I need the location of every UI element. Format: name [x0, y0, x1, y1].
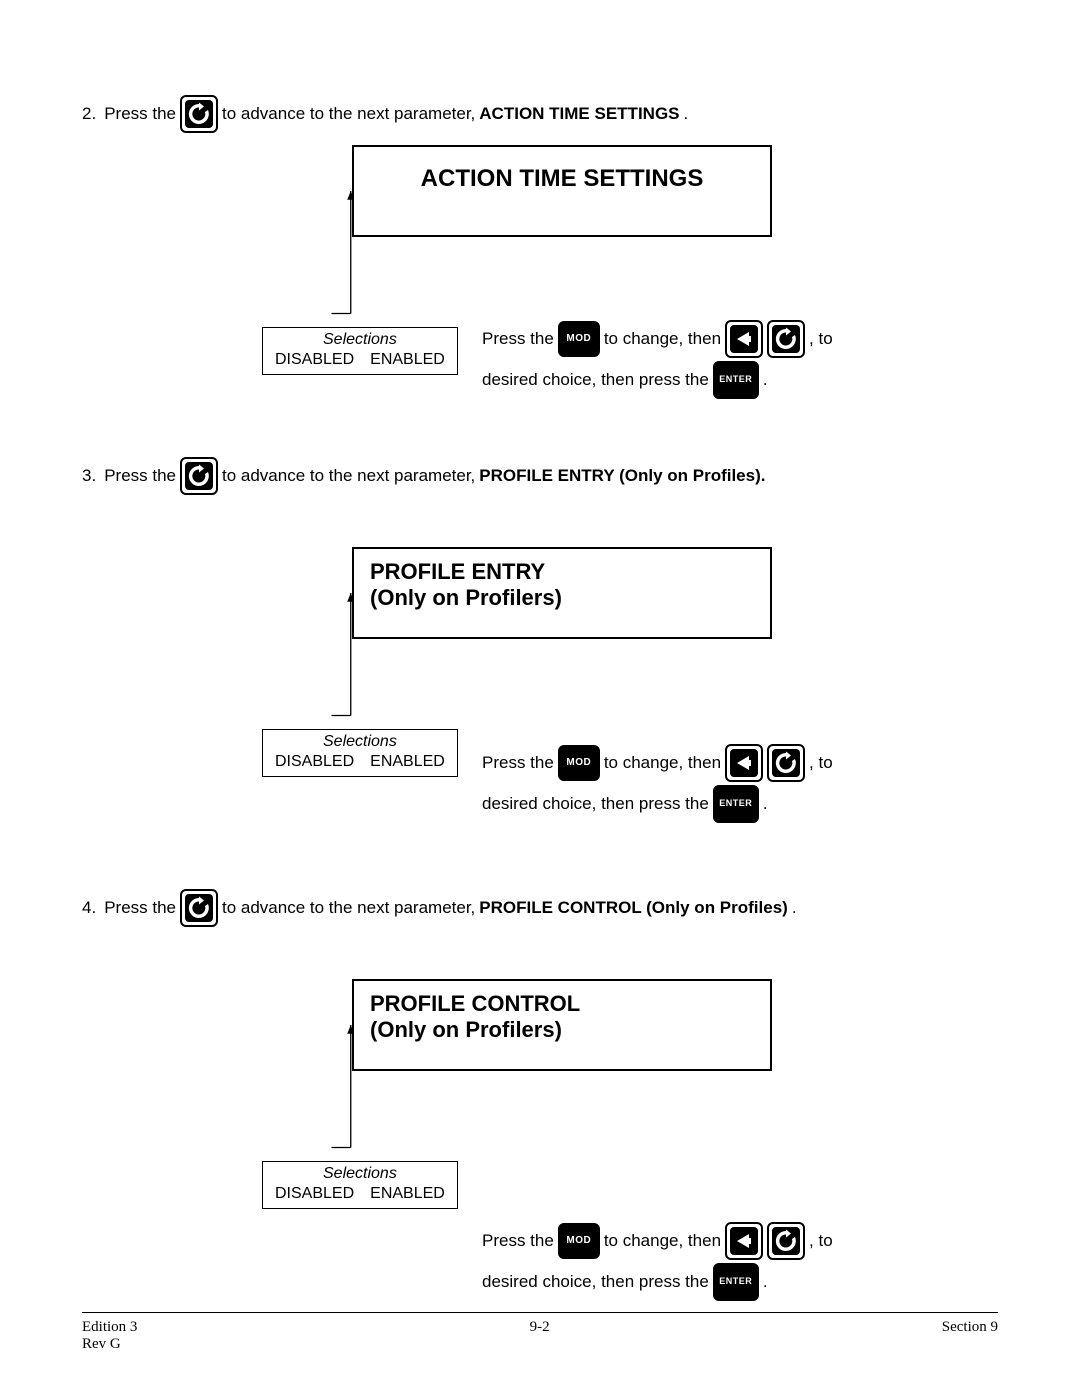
step-mid: to advance to the next parameter, — [222, 898, 475, 918]
page-footer: Edition 3 Rev G 9-2 Section 9 — [82, 1282, 998, 1353]
footer-page-num: 9-2 — [137, 1319, 941, 1353]
diagram-3: Selections DISABLED ENABLED Press the MO… — [82, 639, 998, 829]
step-3-section: 3. Press the to advance to the next para… — [82, 457, 998, 829]
diagram-2: Selections DISABLED ENABLED Press the MO… — [82, 237, 998, 387]
instr-text: to change, then — [604, 1221, 721, 1262]
step-prefix: Press the — [104, 466, 176, 486]
step-4-section: 4. Press the to advance to the next para… — [82, 889, 998, 1291]
step-3-text: 3. Press the to advance to the next para… — [82, 457, 998, 495]
selections-box: Selections DISABLED ENABLED — [262, 729, 458, 777]
footer-edition: Edition 3 — [82, 1319, 137, 1336]
step-num: 2. — [82, 104, 96, 124]
display-line2: (Only on Profilers) — [370, 585, 754, 611]
scroll-icon — [767, 1222, 805, 1260]
selections-options: DISABLED ENABLED — [275, 1184, 445, 1204]
instr-text: desired choice, then press the — [482, 360, 709, 401]
instruction-block: Press the MOD to change, then , to desir… — [482, 319, 952, 401]
selections-options: DISABLED ENABLED — [275, 752, 445, 772]
instr-text: , to — [809, 319, 833, 360]
scroll-icon — [767, 744, 805, 782]
display-profile-entry: PROFILE ENTRY (Only on Profilers) — [352, 547, 772, 639]
step-2-text: 2. Press the to advance to the next para… — [82, 95, 998, 133]
connector-line — [330, 191, 354, 331]
scroll-icon — [180, 889, 218, 927]
connector-line — [330, 593, 354, 733]
mod-key: MOD — [558, 1223, 600, 1259]
display-text: ACTION TIME SETTINGS — [421, 165, 704, 192]
left-arrow-icon — [725, 1222, 763, 1260]
connector-line — [330, 1025, 354, 1165]
selections-options: DISABLED ENABLED — [275, 350, 445, 370]
step-2-section: 2. Press the to advance to the next para… — [82, 95, 998, 387]
instr-text: . — [763, 360, 768, 401]
instr-text: desired choice, then press the — [482, 784, 709, 825]
instr-text: Press the — [482, 1221, 554, 1262]
display-line1: PROFILE CONTROL — [370, 991, 754, 1017]
step-suffix: . — [792, 898, 797, 918]
left-arrow-icon — [725, 320, 763, 358]
enter-key: ENTER — [713, 785, 759, 823]
enter-key: ENTER — [713, 361, 759, 399]
instruction-block: Press the MOD to change, then , to desir… — [482, 743, 952, 825]
instr-text: Press the — [482, 319, 554, 360]
step-mid: to advance to the next parameter, — [222, 466, 475, 486]
display-line1: PROFILE ENTRY — [370, 559, 754, 585]
step-num: 3. — [82, 466, 96, 486]
step-suffix: . — [684, 104, 689, 124]
footer-rev: Rev G — [82, 1336, 137, 1353]
selections-title: Selections — [275, 732, 445, 752]
scroll-icon — [180, 457, 218, 495]
manual-page: 2. Press the to advance to the next para… — [0, 0, 1080, 1397]
step-param: PROFILE CONTROL (Only on Profiles) — [479, 898, 788, 918]
instr-text: , to — [809, 1221, 833, 1262]
selections-box: Selections DISABLED ENABLED — [262, 327, 458, 375]
step-prefix: Press the — [104, 898, 176, 918]
selections-title: Selections — [275, 330, 445, 350]
mod-key: MOD — [558, 321, 600, 357]
step-mid: to advance to the next parameter, — [222, 104, 475, 124]
display-profile-control: PROFILE CONTROL (Only on Profilers) — [352, 979, 772, 1071]
left-arrow-icon — [725, 744, 763, 782]
scroll-icon — [767, 320, 805, 358]
footer-section: Section 9 — [942, 1319, 998, 1353]
step-num: 4. — [82, 898, 96, 918]
instr-text: , to — [809, 743, 833, 784]
step-param: PROFILE ENTRY (Only on Profiles). — [479, 466, 765, 486]
display-line2: (Only on Profilers) — [370, 1017, 754, 1043]
instr-text: . — [763, 784, 768, 825]
instr-text: Press the — [482, 743, 554, 784]
step-prefix: Press the — [104, 104, 176, 124]
diagram-4: Selections DISABLED ENABLED Press the MO… — [82, 1071, 998, 1291]
step-4-text: 4. Press the to advance to the next para… — [82, 889, 998, 927]
instr-text: to change, then — [604, 319, 721, 360]
scroll-icon — [180, 95, 218, 133]
display-action-time: ACTION TIME SETTINGS — [352, 145, 772, 237]
mod-key: MOD — [558, 745, 600, 781]
instr-text: to change, then — [604, 743, 721, 784]
step-param: ACTION TIME SETTINGS — [479, 104, 679, 124]
selections-title: Selections — [275, 1164, 445, 1184]
selections-box: Selections DISABLED ENABLED — [262, 1161, 458, 1209]
